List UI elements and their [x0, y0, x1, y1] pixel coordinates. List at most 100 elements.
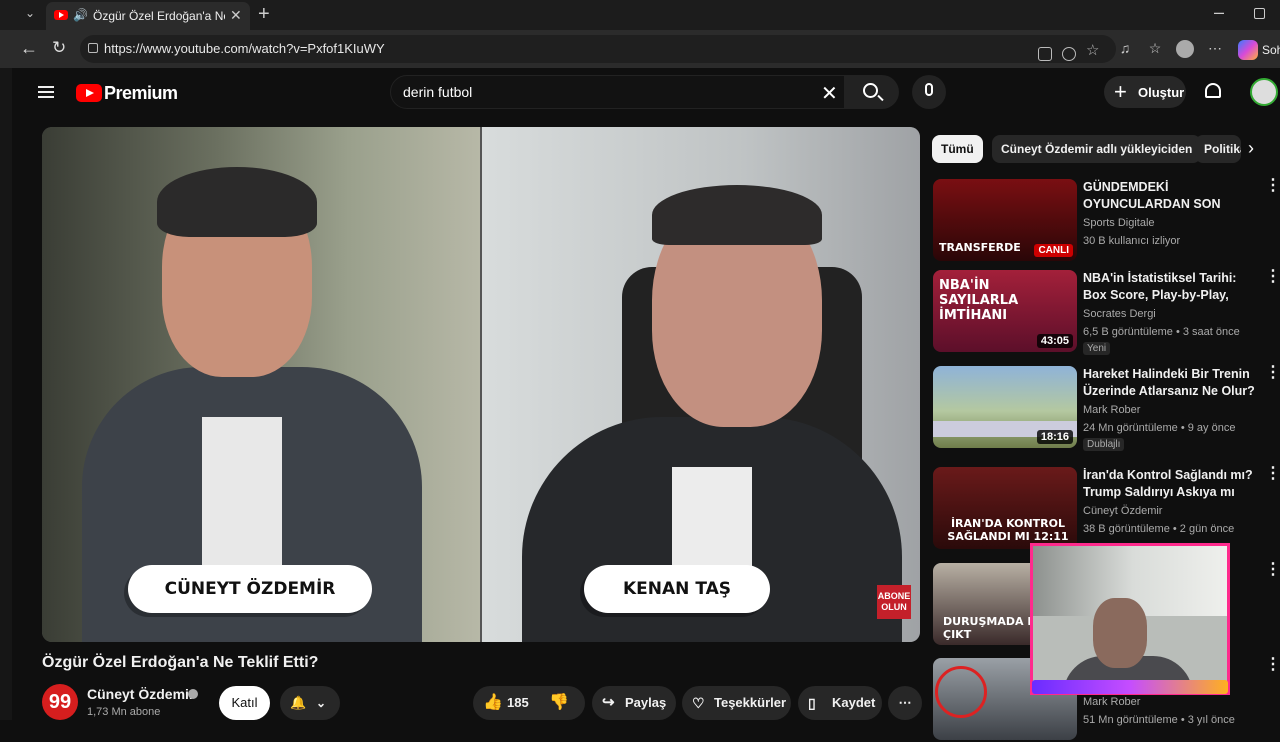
video-player[interactable]: CÜNEYT ÖZDEMİR KENAN TAŞ ABONE OLUN — [42, 127, 920, 642]
rec-meta: 51 Mn görüntüleme • 3 yıl önce — [1083, 714, 1235, 726]
favorite-star-icon[interactable]: ☆ — [1086, 41, 1100, 59]
rec-channel[interactable]: Mark Rober — [1083, 404, 1140, 416]
more-vertical-icon[interactable]: ⋮ — [1265, 657, 1280, 673]
site-info-icon[interactable] — [88, 43, 98, 53]
channel-avatar[interactable]: 99 — [42, 684, 78, 720]
thumbnail-text: NBA'İN SAYILARLA İMTİHANI — [939, 278, 1019, 323]
reload-icon[interactable]: ↻ — [52, 38, 66, 58]
rec-channel[interactable]: Sports Digitale — [1083, 217, 1155, 229]
browser-tab-strip: ⌄ 🔊 Özgür Özel Erdoğan'a Ne Teklif Etti?… — [0, 0, 1280, 30]
thanks-button[interactable]: ♡ Teşekkürler — [682, 686, 791, 720]
rec-channel[interactable]: Cüneyt Özdemir — [1083, 505, 1162, 517]
more-vertical-icon[interactable]: ⋮ — [1265, 466, 1280, 482]
more-vertical-icon[interactable]: ⋮ — [1265, 365, 1280, 381]
favorites-icon[interactable]: ☆ — [1146, 40, 1164, 58]
save-button[interactable]: ▯ Kaydet — [798, 686, 882, 720]
account-avatar[interactable] — [1250, 78, 1278, 106]
recommendation-item[interactable]: İRAN'DA KONTROL SAĞLANDI MI 12:11 İran'd… — [933, 466, 1280, 551]
thumbs-up-icon: 👍 — [483, 694, 503, 711]
video-duration: 43:05 — [1036, 334, 1073, 348]
video-duration: 18:16 — [1036, 430, 1073, 444]
plus-icon: + — [1114, 79, 1127, 104]
share-button[interactable]: ↪ Paylaş — [592, 686, 676, 720]
video-title: Özgür Özel Erdoğan'a Ne Teklif Etti? — [42, 654, 319, 671]
save-label: Kaydet — [832, 695, 876, 710]
speaker-icon[interactable]: 🔊 — [73, 8, 88, 22]
profile-icon[interactable] — [1176, 40, 1194, 58]
tab-list-chevron-icon[interactable]: ⌄ — [20, 6, 40, 24]
create-label: Oluştur — [1138, 85, 1185, 100]
rec-meta: 38 B görüntüleme • 2 gün önce — [1083, 523, 1235, 535]
video-thumbnail[interactable]: 18:16 — [933, 366, 1077, 448]
highlight-circle-shape — [935, 666, 987, 718]
clear-search-icon[interactable]: ✕ — [821, 81, 838, 106]
chip-politics[interactable]: Politika — [1195, 135, 1241, 163]
copilot-button[interactable]: Soh — [1238, 38, 1280, 62]
browser-tab[interactable]: 🔊 Özgür Özel Erdoğan'a Ne Teklif Etti? ✕ — [46, 2, 250, 30]
chevron-down-icon: ⌄ — [316, 696, 327, 710]
url-text[interactable]: https://www.youtube.com/watch?v=Pxfof1KI… — [104, 41, 385, 56]
window-maximize-icon[interactable] — [1254, 8, 1265, 19]
like-count: 185 — [507, 695, 529, 710]
back-arrow-icon[interactable]: ← — [20, 38, 38, 59]
bookmark-icon: ▯ — [808, 695, 816, 711]
recommendation-item[interactable]: NBA'İN SAYILARLA İMTİHANI 43:05 NBA'in İ… — [933, 269, 1280, 355]
youtube-brand-label[interactable]: Premium — [104, 83, 178, 104]
window-minimize-icon[interactable]: – — [1214, 2, 1224, 23]
rec-title[interactable]: NBA'in İstatistiksel Tarihi: Box Score, … — [1083, 270, 1259, 306]
menu-hamburger-icon[interactable] — [38, 86, 54, 98]
more-menu-icon[interactable]: ⋯ — [1206, 40, 1224, 58]
notifications-bell-icon[interactable] — [1205, 83, 1221, 98]
video-thumbnail[interactable]: İRAN'DA KONTROL SAĞLANDI MI 12:11 — [933, 467, 1077, 549]
more-vertical-icon[interactable]: ⋮ — [1265, 269, 1280, 285]
app-grid-icon[interactable] — [1038, 47, 1052, 61]
verified-icon — [188, 689, 198, 699]
thumbnail-text: İRAN'DA KONTROL SAĞLANDI MI 12:11 — [947, 517, 1069, 543]
more-actions-icon[interactable]: ⋯ — [888, 686, 922, 720]
channel-name[interactable]: Cüneyt Özdemir — [87, 686, 194, 702]
live-badge: CANLI — [1034, 244, 1073, 257]
name-plate-right: KENAN TAŞ — [584, 565, 770, 613]
new-badge: Yeni — [1083, 342, 1111, 355]
rec-channel[interactable]: Mark Rober — [1083, 696, 1140, 708]
rec-title[interactable]: İran'da Kontrol Sağlandı mı? Trump Saldı… — [1083, 467, 1259, 503]
search-icon — [863, 83, 878, 98]
address-bar[interactable]: https://www.youtube.com/watch?v=Pxfof1KI… — [80, 35, 1116, 63]
youtube-logo-icon[interactable] — [76, 84, 102, 102]
chevron-right-icon[interactable]: › — [1248, 138, 1254, 159]
webcam-frame-bar — [1032, 680, 1228, 694]
new-tab-plus-icon[interactable]: + — [258, 3, 270, 26]
create-button[interactable]: + Oluştur — [1104, 76, 1186, 108]
dubbed-badge: Dublajlı — [1083, 438, 1125, 451]
webcam-overlay — [1030, 543, 1230, 695]
search-value[interactable]: derin futbol — [403, 84, 472, 100]
thumbs-down-icon[interactable]: 👎 — [549, 686, 569, 720]
tab-title: Özgür Özel Erdoğan'a Ne Teklif Etti? — [93, 9, 225, 23]
microphone-icon — [925, 83, 933, 96]
tab-close-icon[interactable]: ✕ — [230, 7, 242, 24]
subscription-bell-button[interactable]: 🔔 ⌄ — [280, 686, 340, 720]
rec-title[interactable]: Hareket Halindeki Bir Trenin Üzerinde At… — [1083, 366, 1259, 400]
like-button[interactable]: 👍 185 👎 — [473, 686, 585, 720]
join-button[interactable]: Katıl — [219, 686, 270, 720]
subscriber-count: 1,73 Mn abone — [87, 706, 161, 718]
chip-uploader[interactable]: Cüneyt Özdemir adlı yükleyiciden — [992, 135, 1202, 163]
name-plate-left: CÜNEYT ÖZDEMİR — [128, 565, 372, 613]
extension-icon[interactable]: ♫ — [1116, 40, 1134, 58]
youtube-favicon-icon — [54, 10, 68, 20]
copilot-label: Soh — [1262, 43, 1280, 57]
chip-all[interactable]: Tümü — [932, 135, 983, 163]
rec-title[interactable]: GÜNDEMDEKİ OYUNCULARDAN SON HABERLER | C… — [1083, 179, 1259, 215]
more-vertical-icon[interactable]: ⋮ — [1265, 562, 1280, 578]
bell-icon: 🔔 — [290, 695, 307, 710]
rec-channel[interactable]: Socrates Dergi — [1083, 308, 1156, 320]
video-thumbnail[interactable]: NBA'İN SAYILARLA İMTİHANI 43:05 — [933, 270, 1077, 352]
video-thumbnail[interactable]: TRANSFERDE CANLI — [933, 179, 1077, 261]
voice-search-button[interactable] — [912, 75, 946, 109]
tracking-prevention-icon[interactable] — [1062, 47, 1076, 61]
recommendation-item[interactable]: TRANSFERDE CANLI GÜNDEMDEKİ OYUNCULARDAN… — [933, 178, 1280, 263]
search-input[interactable]: derin futbol ✕ — [390, 75, 845, 109]
more-vertical-icon[interactable]: ⋮ — [1265, 178, 1280, 194]
search-button[interactable] — [845, 75, 899, 109]
recommendation-item[interactable]: 18:16 Hareket Halindeki Bir Trenin Üzeri… — [933, 365, 1280, 451]
